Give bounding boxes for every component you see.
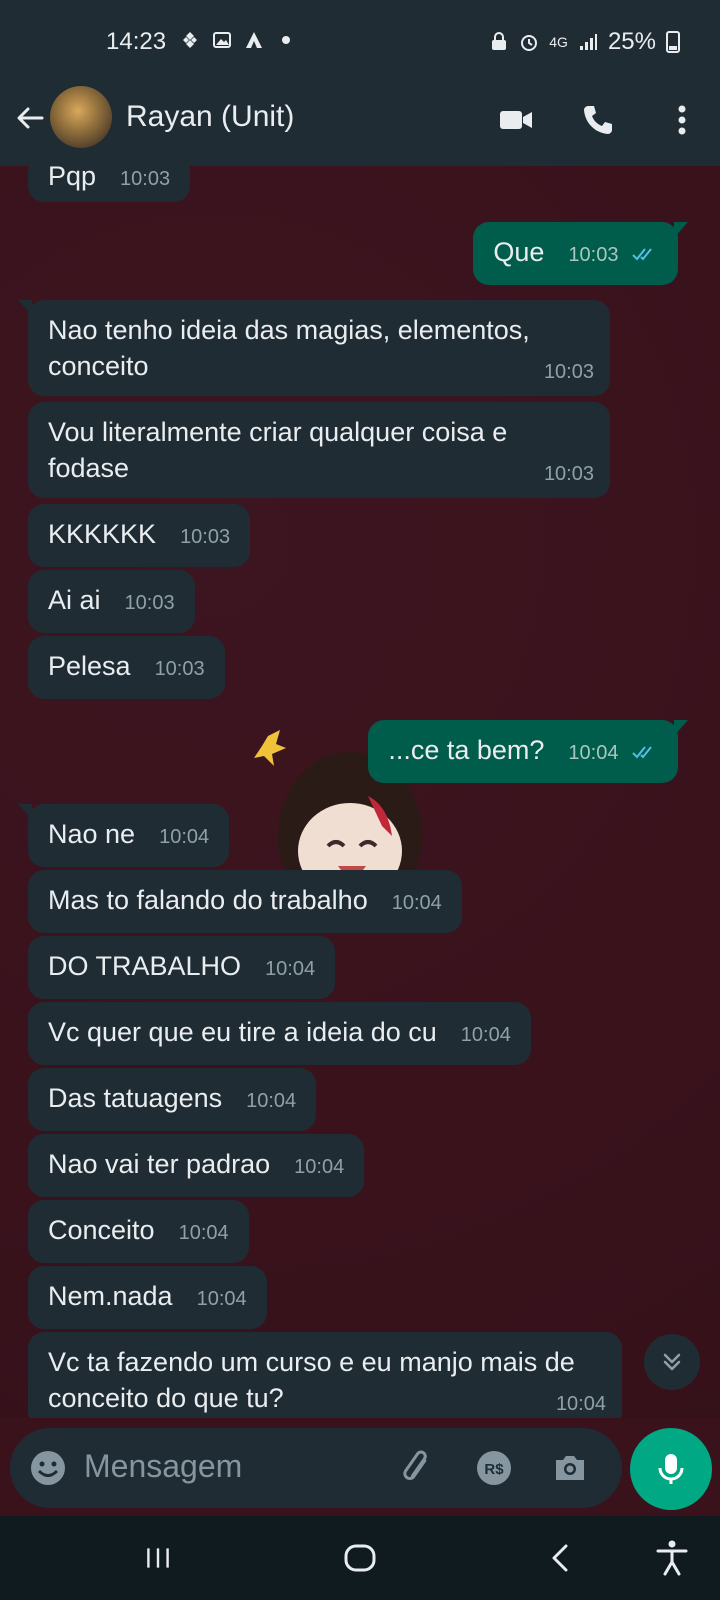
message-time: 10:04 — [555, 1393, 606, 1415]
svg-text:R$: R$ — [484, 1461, 504, 1478]
payment-icon[interactable]: R$ — [474, 1448, 514, 1488]
message-bubble[interactable]: Vc ta fazendo um curso e eu manjo mais d… — [28, 1332, 622, 1418]
message-time: 10:03 — [568, 244, 619, 266]
message-bubble[interactable]: Vou literalmente criar qualquer coisa e … — [28, 402, 610, 498]
status-bar: 14:23 4G 25% — [0, 0, 720, 80]
message-bubble[interactable]: Vc quer que eu tire a ideia do cu 10:04 — [28, 1002, 531, 1065]
message-time: 10:04 — [391, 892, 442, 914]
network-type: 4G — [549, 34, 568, 50]
message-bubble[interactable]: ...ce ta bem? 10:04 — [368, 720, 688, 783]
message-text: DO TRABALHO — [48, 951, 242, 981]
message-bubble[interactable]: Das tatuagens 10:04 — [28, 1068, 317, 1131]
message-bubble[interactable]: DO TRABALHO 10:04 — [28, 936, 336, 999]
accessibility-icon[interactable] — [652, 1538, 692, 1578]
message-time: 10:04 — [460, 1024, 511, 1046]
attach-icon[interactable] — [398, 1448, 438, 1488]
lock-icon — [492, 32, 507, 50]
message-time: 10:04 — [294, 1156, 345, 1178]
double-chevron-down-icon — [663, 1353, 681, 1371]
message-time: 10:04 — [246, 1090, 297, 1112]
message-bubble[interactable]: Mas to falando do trabalho 10:04 — [28, 870, 462, 933]
message-bubble[interactable]: Ai ai 10:03 — [28, 570, 195, 633]
message-text: Vou literalmente criar qualquer coisa e … — [48, 417, 508, 483]
message-bubble[interactable]: Conceito 10:04 — [28, 1200, 249, 1263]
camera-icon[interactable] — [550, 1448, 590, 1488]
scroll-to-bottom-button[interactable] — [644, 1334, 700, 1390]
chat-area[interactable]: Pqp 10:03 Que 10:03 Nao tenho ideia das ma… — [0, 166, 720, 1418]
message-text: ...ce ta bem? — [388, 735, 545, 765]
message-time: 10:03 — [120, 168, 171, 190]
message-bubble[interactable]: KKKKKK 10:03 — [28, 504, 251, 567]
voice-call-icon[interactable] — [578, 100, 618, 140]
emoji-icon[interactable] — [28, 1448, 68, 1488]
message-time: 10:04 — [196, 1288, 247, 1310]
recent-apps-icon[interactable] — [138, 1538, 178, 1578]
binance-icon — [183, 32, 197, 48]
contact-name[interactable]: Rayan (Unit) — [126, 100, 294, 134]
chat-header: Rayan (Unit) — [0, 80, 720, 166]
message-text: Mas to falando do trabalho — [48, 885, 368, 915]
alarm-icon — [521, 35, 538, 51]
back-arrow-icon[interactable] — [12, 100, 48, 136]
message-text: Pqp — [48, 166, 97, 191]
message-text: Ai ai — [48, 585, 101, 615]
battery-icon — [666, 31, 680, 53]
gallery-icon — [213, 32, 231, 48]
message-text: Que — [493, 237, 545, 267]
read-ticks-icon — [632, 248, 652, 261]
more-options-icon[interactable] — [662, 100, 702, 140]
message-bubble[interactable]: Pqp 10:03 — [28, 166, 191, 202]
message-text: Conceito — [48, 1215, 155, 1245]
message-bubble[interactable]: Nao ne 10:04 — [18, 804, 230, 867]
message-time: 10:04 — [178, 1222, 229, 1244]
message-text: Vc ta fazendo um curso e eu manjo mais d… — [48, 1347, 575, 1413]
message-text: Nao vai ter padrao — [48, 1149, 271, 1179]
message-time: 10:04 — [568, 742, 619, 764]
message-input[interactable]: Mensagem — [84, 1448, 242, 1485]
signal-icon — [579, 34, 597, 50]
avatar[interactable] — [50, 86, 112, 148]
message-bubble[interactable]: Nao tenho ideia das magias, elementos, c… — [18, 300, 610, 396]
message-text: KKKKKK — [48, 519, 157, 549]
message-time: 10:03 — [180, 526, 231, 548]
battery-percent: 25% — [607, 28, 656, 55]
message-time: 10:03 — [543, 463, 594, 485]
status-time: 14:23 — [106, 28, 167, 55]
read-ticks-icon — [632, 746, 652, 759]
dot-icon — [282, 36, 290, 44]
video-call-icon[interactable] — [496, 100, 536, 140]
message-bubble[interactable]: Nem.nada 10:04 — [28, 1266, 267, 1329]
message-composer[interactable]: Mensagem R$ — [10, 1428, 622, 1508]
message-text: Nao tenho ideia das magias, elementos, c… — [48, 315, 530, 381]
message-time: 10:04 — [159, 826, 210, 848]
message-bubble[interactable]: Que 10:03 — [473, 222, 688, 285]
arc-icon — [246, 32, 262, 48]
message-text: Das tatuagens — [48, 1083, 223, 1113]
message-text: Nao ne — [48, 819, 136, 849]
message-text: Nem.nada — [48, 1281, 173, 1311]
voice-message-button[interactable] — [630, 1428, 712, 1510]
message-text: Pelesa — [48, 651, 131, 681]
message-bubble[interactable]: Nao vai ter padrao 10:04 — [28, 1134, 365, 1197]
message-time: 10:04 — [265, 958, 316, 980]
message-time: 10:03 — [543, 361, 594, 383]
home-icon[interactable] — [340, 1538, 380, 1578]
message-text: Vc quer que eu tire a ideia do cu — [48, 1017, 437, 1047]
message-time: 10:03 — [124, 592, 175, 614]
system-nav-bar — [0, 1516, 720, 1600]
message-time: 10:03 — [154, 658, 205, 680]
microphone-icon — [658, 1454, 684, 1484]
message-bubble[interactable]: Pelesa 10:03 — [28, 636, 225, 699]
back-nav-icon[interactable] — [540, 1538, 580, 1578]
